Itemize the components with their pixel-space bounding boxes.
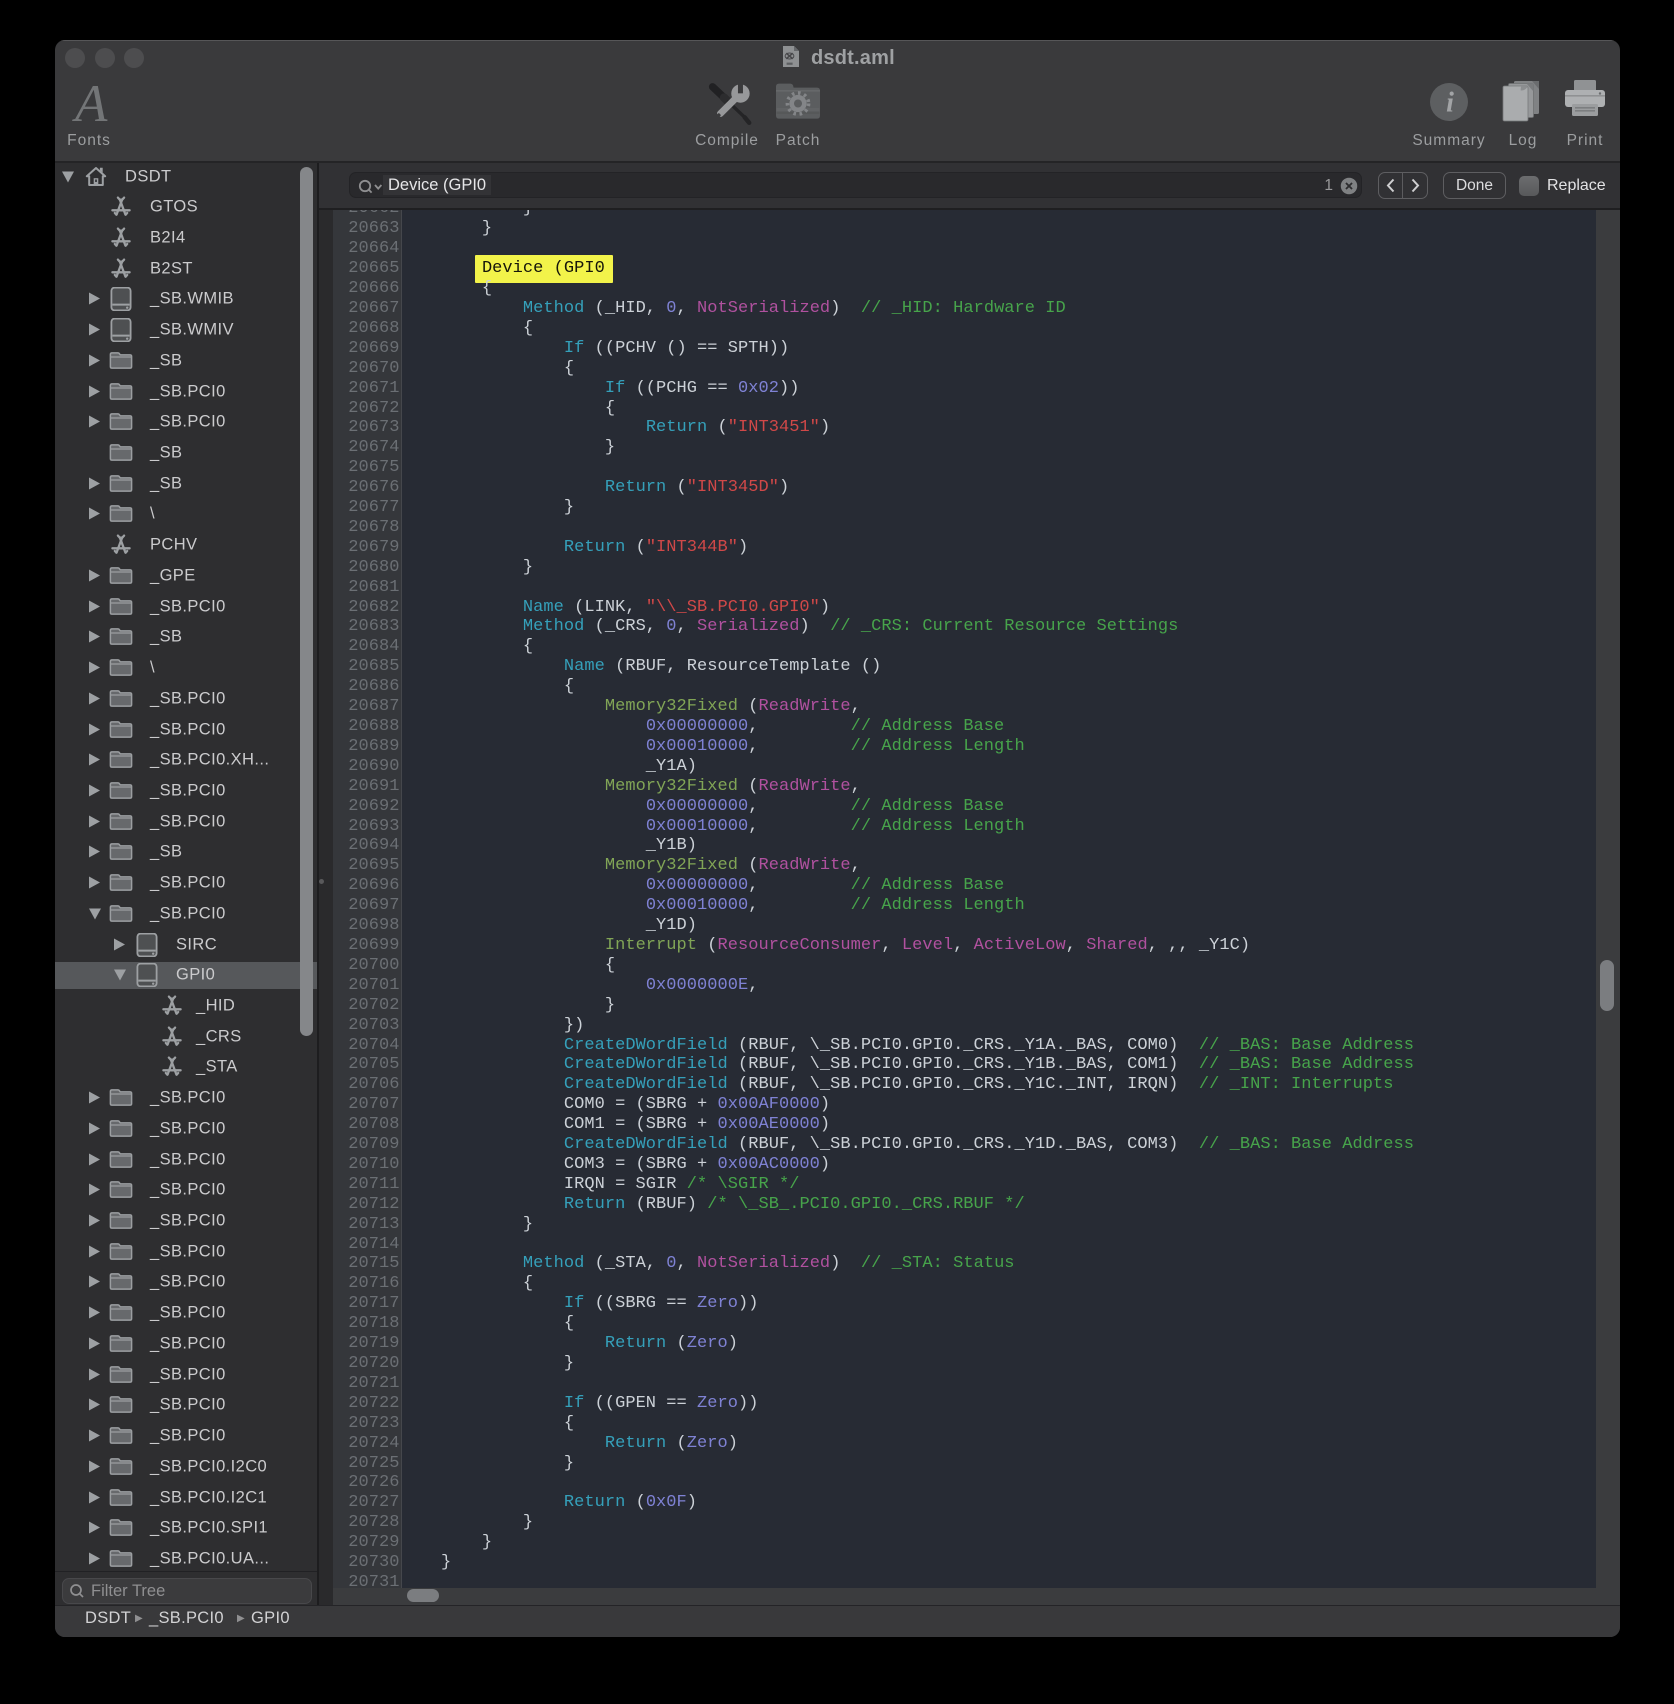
svg-text:i: i xyxy=(1446,88,1454,119)
